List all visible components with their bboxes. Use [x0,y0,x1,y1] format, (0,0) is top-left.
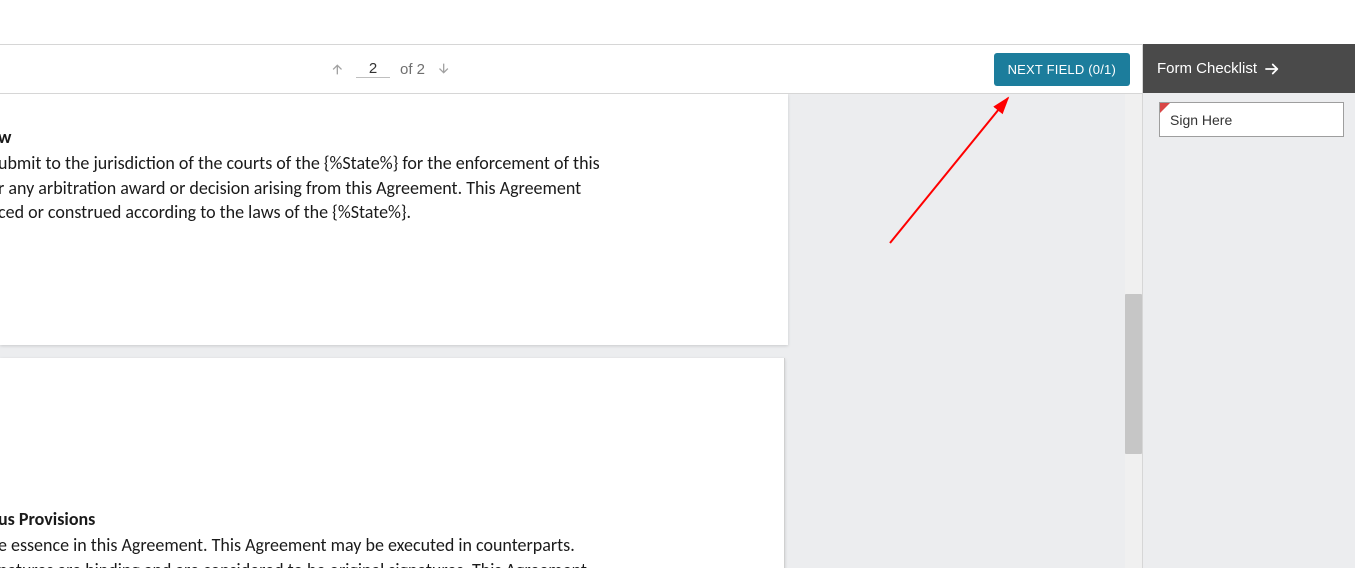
total-pages-label: of 2 [400,61,425,78]
document-page-1-bottom: w ubmit to the jurisdiction of the court… [0,94,788,345]
paragraph-line: e essence in this Agreement. This Agreem… [0,533,754,557]
prev-page-icon[interactable] [330,61,346,77]
document-viewer: of 2 NEXT FIELD (0/1) w ubmit to the jur… [0,44,1142,568]
sidebar-header-label: Form Checklist [1157,60,1257,77]
paragraph-line: natures are binding and are considered t… [0,558,754,568]
document-scroll-area[interactable]: w ubmit to the jurisdiction of the court… [0,94,800,568]
paragraph-line: ced or construed according to the laws o… [0,200,758,224]
checklist-item-sign-here[interactable]: Sign Here [1159,102,1344,137]
arrow-right-icon [1263,60,1281,78]
document-page-2-top: us Provisions e essence in this Agreemen… [0,358,785,568]
app-top-whitespace [0,0,1355,44]
scrollbar-thumb[interactable] [1125,294,1142,454]
viewer-toolbar: of 2 NEXT FIELD (0/1) [0,45,1142,94]
section-heading-fragment: w [0,126,758,149]
sidebar-header[interactable]: Form Checklist [1143,44,1355,93]
checklist-item-label: Sign Here [1170,112,1232,128]
paragraph-line: ubmit to the jurisdiction of the courts … [0,151,758,175]
workspace: of 2 NEXT FIELD (0/1) w ubmit to the jur… [0,44,1355,568]
next-field-button[interactable]: NEXT FIELD (0/1) [994,53,1130,86]
viewer-gutter [800,94,1142,568]
section-heading-fragment: us Provisions [0,508,754,531]
paragraph-line: r any arbitration award or decision aris… [0,176,758,200]
form-checklist-sidebar: Form Checklist Sign Here [1142,44,1355,568]
next-page-icon[interactable] [435,61,451,77]
current-page-input[interactable] [356,60,390,78]
page-navigator: of 2 [330,45,451,93]
scrollbar-track[interactable] [1125,94,1142,568]
